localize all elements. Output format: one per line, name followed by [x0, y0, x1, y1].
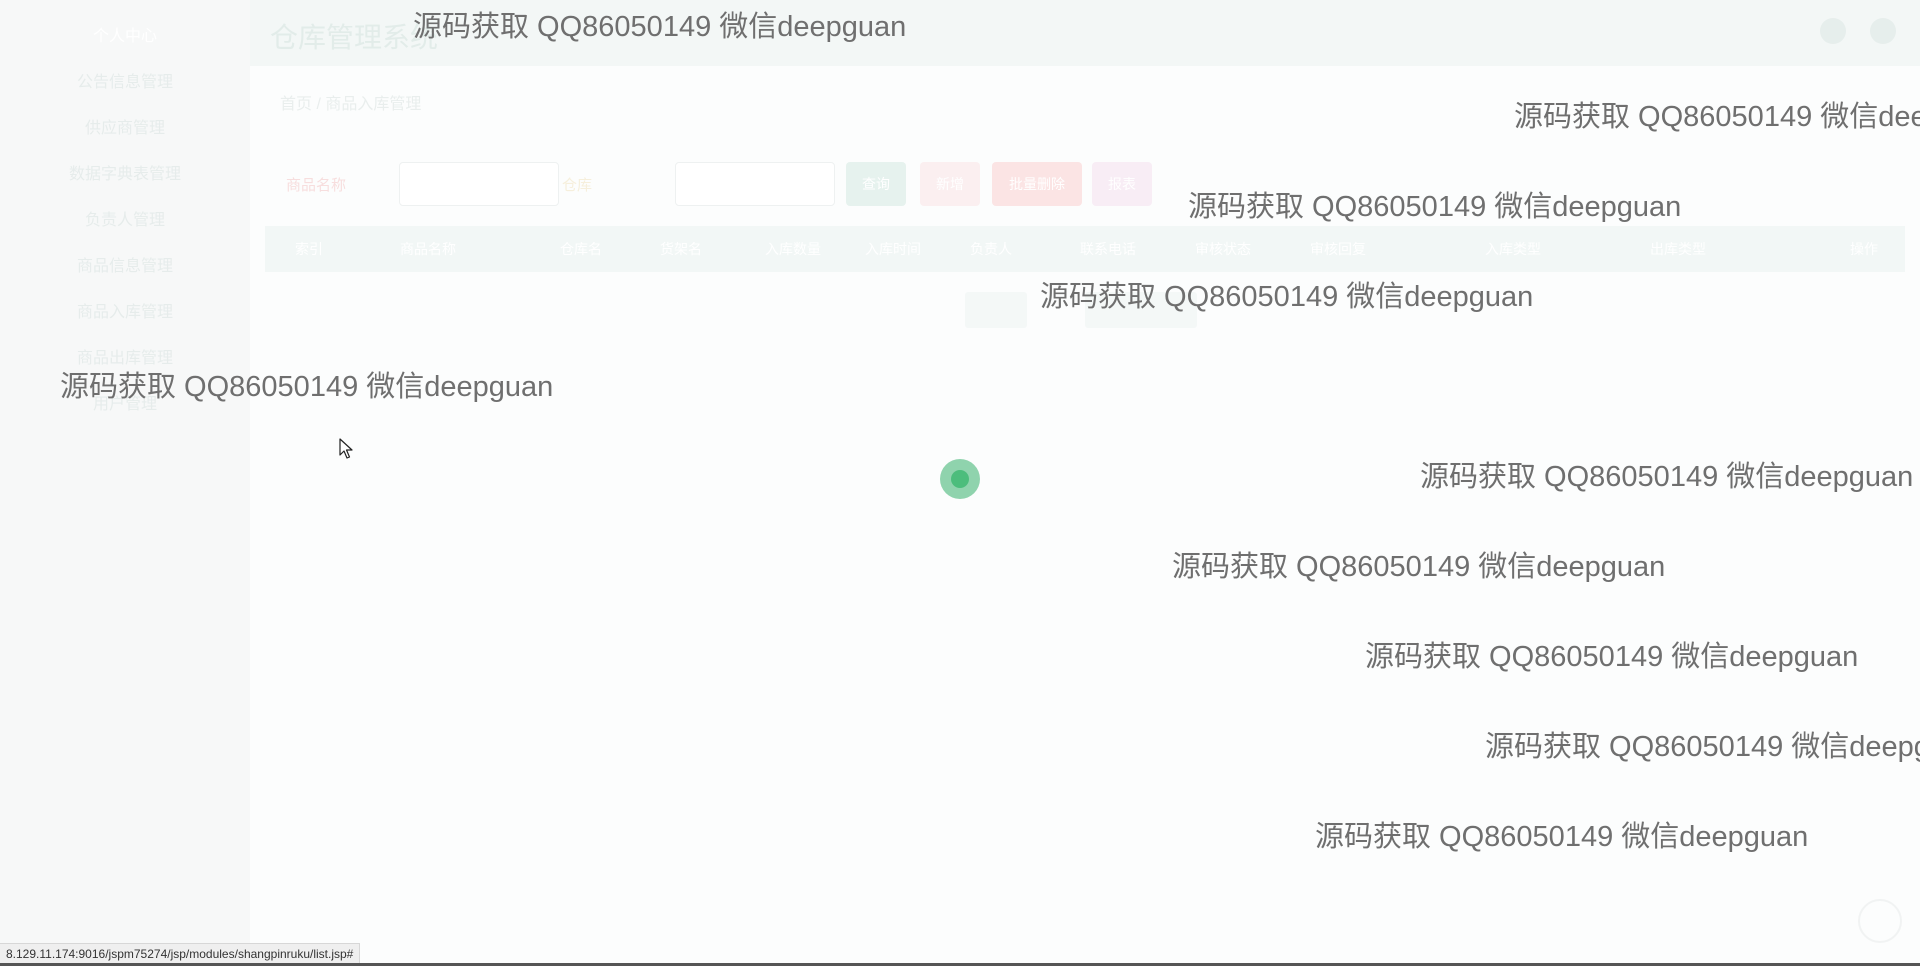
batch-delete-button[interactable]: 批量删除 [992, 162, 1082, 206]
watermark-text: 源码获取 QQ86050149 微信deepguan [60, 371, 554, 403]
search-label-warehouse: 仓库 [562, 177, 593, 194]
watermark-text: 源码获取 QQ86050149 微信deepguan [1172, 551, 1666, 583]
th-manager: 负责人 [970, 241, 1012, 257]
th-warehouse: 仓库名 [560, 241, 602, 257]
th-in-type: 入库类型 [1485, 241, 1541, 257]
watermark-text: 源码获取 QQ86050149 微信deepguan [1420, 461, 1914, 493]
sidebar-item-dictionary[interactable]: 数据字典表管理 [0, 152, 250, 198]
search-input-warehouse[interactable] [675, 162, 835, 206]
watermark-text: 源码获取 QQ86050149 微信deepguan [1188, 191, 1682, 223]
breadcrumb: 首页 / 商品入库管理 [280, 96, 422, 113]
sidebar-item-goods-in[interactable]: 商品入库管理 [0, 290, 250, 336]
th-review-reply: 审核回复 [1310, 241, 1366, 257]
sidebar: 个人中心 公告信息管理 供应商管理 数据字典表管理 负责人管理 商品信息管理 商… [0, 0, 250, 966]
loading-spinner [940, 459, 980, 499]
add-button[interactable]: 新增 [920, 162, 980, 206]
report-button[interactable]: 报表 [1092, 162, 1152, 206]
user-icon[interactable] [1870, 18, 1896, 44]
th-shelf: 货架名 [660, 241, 702, 257]
back-to-top-icon[interactable] [1858, 899, 1902, 943]
th-goods-name: 商品名称 [400, 241, 456, 257]
search-button[interactable]: 查询 [846, 162, 906, 206]
pager-prev[interactable] [965, 292, 1027, 328]
watermark-text: 源码获取 QQ86050149 微信deepguan [1040, 281, 1534, 313]
watermark-text: 源码获取 QQ86050149 微信deepguan [1315, 821, 1809, 853]
th-index: 索引 [295, 241, 323, 257]
search-input-name[interactable] [399, 162, 559, 206]
mouse-pointer-icon [339, 438, 353, 459]
sidebar-item-notices[interactable]: 公告信息管理 [0, 60, 250, 106]
watermark-text: 源码获取 QQ86050149 微信deepguan [1514, 101, 1920, 133]
sidebar-item-goods[interactable]: 商品信息管理 [0, 244, 250, 290]
browser-status-url: 8.129.11.174:9016/jspm75274/jsp/modules/… [0, 943, 361, 965]
th-out-type: 出库类型 [1650, 241, 1706, 257]
th-phone: 联系电话 [1080, 241, 1136, 257]
home-icon[interactable] [1820, 18, 1846, 44]
sidebar-item-managers[interactable]: 负责人管理 [0, 198, 250, 244]
search-label-name: 商品名称 [286, 177, 347, 194]
watermark-text: 源码获取 QQ86050149 微信deepguan [1485, 731, 1920, 763]
loading-spinner-core [951, 470, 969, 488]
watermark-text: 源码获取 QQ86050149 微信deepguan [413, 11, 907, 43]
watermark-text: 源码获取 QQ86050149 微信deepguan [1365, 641, 1859, 673]
table-header: 索引 商品名称 仓库名 货架名 入库数量 入库时间 负责人 联系电话 审核状态 … [265, 226, 1905, 272]
sidebar-item-suppliers[interactable]: 供应商管理 [0, 106, 250, 152]
th-quantity: 入库数量 [765, 241, 821, 257]
th-actions: 操作 [1850, 241, 1878, 257]
th-review-status: 审核状态 [1195, 241, 1251, 257]
sidebar-item-profile[interactable]: 个人中心 [0, 0, 250, 60]
th-in-time: 入库时间 [865, 241, 921, 257]
